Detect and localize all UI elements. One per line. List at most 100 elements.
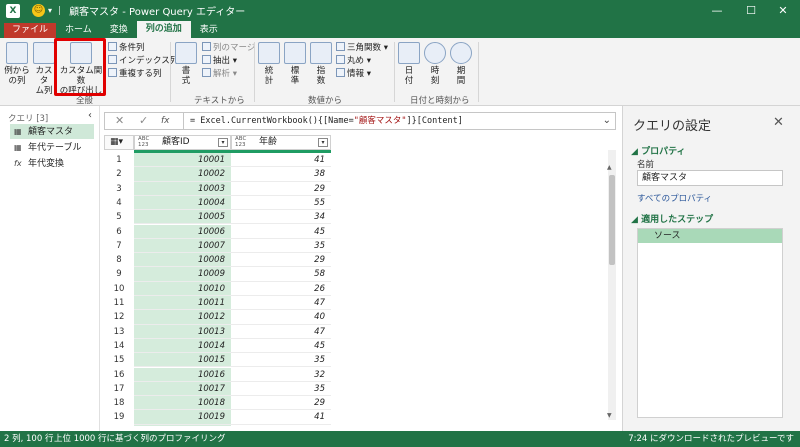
cell-age[interactable]: 47 bbox=[231, 325, 331, 339]
query-name-input[interactable]: 顧客マスタ bbox=[637, 170, 783, 186]
query-item-age-table[interactable]: ▦ 年代テーブル bbox=[10, 140, 94, 155]
cell-age[interactable]: 45 bbox=[231, 225, 331, 239]
cell-customer-id[interactable]: 10018 bbox=[134, 396, 231, 411]
column-from-examples-button[interactable]: 例から の列 bbox=[4, 42, 30, 86]
table-menu-button[interactable]: ▦▾ bbox=[104, 135, 134, 150]
cell-customer-id[interactable]: 10012 bbox=[134, 310, 231, 325]
table-icon: ▦ bbox=[14, 127, 22, 136]
rounding-button[interactable]: 丸め ▾ bbox=[336, 55, 371, 67]
cell-age[interactable]: 38 bbox=[231, 167, 331, 182]
cell-customer-id[interactable]: 10008 bbox=[134, 253, 231, 268]
quick-access-dropdown-icon[interactable]: ▾ bbox=[48, 6, 52, 15]
cell-age[interactable]: 58 bbox=[231, 267, 331, 282]
statistics-button[interactable]: 統 計 bbox=[258, 42, 280, 86]
all-properties-link[interactable]: すべてのプロパティ bbox=[637, 192, 712, 204]
cell-age[interactable]: 29 bbox=[231, 253, 331, 268]
filter-dropdown-icon[interactable]: ▾ bbox=[318, 138, 328, 147]
column-header-age[interactable]: ABC 123 年齢 ▾ bbox=[231, 135, 331, 150]
custom-column-button[interactable]: カスタ ム列 bbox=[32, 42, 56, 96]
column-header-customer-id[interactable]: ABC 123 顧客ID ▾ bbox=[134, 135, 231, 150]
operators-icon bbox=[284, 42, 306, 64]
cell-customer-id[interactable]: 10004 bbox=[134, 195, 231, 211]
cell-age[interactable]: 41 bbox=[231, 153, 331, 168]
tab-home[interactable]: ホーム bbox=[56, 23, 101, 38]
cell-age[interactable]: 29 bbox=[231, 425, 331, 426]
standard-button[interactable]: 標 準 bbox=[284, 42, 306, 86]
cell-age[interactable]: 32 bbox=[231, 368, 331, 382]
duplicate-column-button[interactable]: 重複する列 bbox=[108, 68, 162, 80]
cell-customer-id[interactable]: 10010 bbox=[134, 281, 231, 296]
cell-age[interactable]: 45 bbox=[231, 339, 331, 354]
parse-button[interactable]: 解析 ▾ bbox=[202, 68, 237, 80]
trigonometry-button[interactable]: 三角関数 ▾ bbox=[336, 42, 388, 54]
row-number: 2 bbox=[116, 169, 122, 180]
properties-section[interactable]: ◢ プロパティ bbox=[631, 144, 686, 157]
cell-customer-id[interactable]: 10017 bbox=[134, 381, 231, 397]
information-button[interactable]: 情報 ▾ bbox=[336, 68, 371, 80]
status-profiling[interactable]: 上位 1000 行に基づく列のプロファイリング bbox=[54, 431, 226, 447]
date-button[interactable]: 日 付 bbox=[398, 42, 420, 86]
duration-button[interactable]: 期 間 bbox=[450, 42, 472, 86]
applied-steps-section[interactable]: ◢ 適用したステップ bbox=[631, 212, 713, 225]
time-button[interactable]: 時 刻 bbox=[424, 42, 446, 86]
cell-age[interactable]: 35 bbox=[231, 382, 331, 397]
fx-button[interactable]: fx bbox=[161, 116, 170, 126]
cell-age[interactable]: 29 bbox=[231, 182, 331, 196]
cell-age[interactable]: 40 bbox=[231, 310, 331, 325]
table-icon: ▦ bbox=[14, 143, 22, 152]
query-item-customer-master[interactable]: ▦ 顧客マスタ bbox=[10, 124, 94, 139]
tab-add-column[interactable]: 列の追加 bbox=[136, 21, 191, 38]
cell-age[interactable]: 34 bbox=[231, 210, 331, 225]
cell-customer-id[interactable]: 10003 bbox=[134, 181, 231, 196]
step-source[interactable]: ソース bbox=[638, 229, 782, 243]
minimize-button[interactable]: — bbox=[702, 0, 732, 21]
cell-age[interactable]: 35 bbox=[231, 353, 331, 368]
cell-customer-id[interactable]: 10013 bbox=[134, 324, 231, 339]
cell-age[interactable]: 47 bbox=[231, 296, 331, 311]
filter-dropdown-icon[interactable]: ▾ bbox=[218, 138, 228, 147]
cell-customer-id[interactable]: 10001 bbox=[134, 153, 231, 168]
status-bar: 2 列, 100 行 上位 1000 行に基づく列のプロファイリング 7:24 … bbox=[0, 431, 800, 447]
row-number: 14 bbox=[113, 340, 125, 351]
cell-customer-id[interactable]: 10007 bbox=[134, 238, 231, 254]
scroll-up-icon[interactable]: ▲ bbox=[607, 164, 612, 171]
scientific-button[interactable]: 指 数 bbox=[310, 42, 332, 86]
cell-customer-id[interactable]: 10016 bbox=[134, 367, 231, 382]
close-settings-icon[interactable]: ✕ bbox=[773, 115, 784, 130]
collapse-pane-icon[interactable]: ‹ bbox=[88, 110, 92, 121]
cell-customer-id[interactable]: 10009 bbox=[134, 267, 231, 282]
cell-age[interactable]: 29 bbox=[231, 396, 331, 411]
tab-view[interactable]: 表示 bbox=[191, 23, 227, 38]
query-item-age-conversion[interactable]: fx 年代変換 bbox=[10, 156, 94, 171]
merge-columns-button[interactable]: 列のマージ bbox=[202, 42, 255, 54]
extract-button[interactable]: 抽出 ▾ bbox=[202, 55, 237, 67]
feedback-smiley-icon[interactable]: ☺ bbox=[32, 4, 45, 17]
cell-customer-id[interactable]: 10005 bbox=[134, 210, 231, 225]
tab-file[interactable]: ファイル bbox=[4, 23, 57, 38]
cancel-formula-button[interactable]: ✕ bbox=[115, 114, 124, 127]
close-window-button[interactable]: ✕ bbox=[768, 0, 798, 21]
cell-customer-id[interactable]: 10011 bbox=[134, 296, 231, 311]
cell-customer-id[interactable]: 10019 bbox=[134, 410, 231, 425]
cell-customer-id[interactable]: 10015 bbox=[134, 353, 231, 368]
vertical-scroll-thumb[interactable] bbox=[609, 175, 615, 265]
formula-input[interactable]: = Excel.CurrentWorkbook(){[Name="顧客マスタ"]… bbox=[184, 112, 616, 130]
cell-age[interactable]: 41 bbox=[231, 410, 331, 425]
parse-icon bbox=[202, 68, 211, 77]
queries-pane: クエリ [3] ‹ ▦ 顧客マスタ ▦ 年代テーブル fx 年代変換 bbox=[0, 106, 100, 431]
confirm-formula-button[interactable]: ✓ bbox=[139, 114, 148, 127]
tab-transform[interactable]: 変換 bbox=[101, 23, 137, 38]
cell-customer-id[interactable]: 10020 bbox=[134, 424, 231, 426]
cell-customer-id[interactable]: 10014 bbox=[134, 338, 231, 354]
conditional-column-button[interactable]: 条件列 bbox=[108, 42, 145, 54]
cell-age[interactable]: 26 bbox=[231, 282, 331, 296]
cell-customer-id[interactable]: 10002 bbox=[134, 167, 231, 182]
cell-customer-id[interactable]: 10006 bbox=[134, 224, 231, 239]
cell-age[interactable]: 55 bbox=[231, 196, 331, 211]
expand-formula-icon[interactable]: ⌄ bbox=[603, 113, 611, 129]
row-number: 7 bbox=[116, 240, 122, 251]
scroll-down-icon[interactable]: ▼ bbox=[607, 412, 612, 419]
format-button[interactable]: 書 式 bbox=[174, 42, 198, 86]
maximize-button[interactable]: ☐ bbox=[736, 0, 766, 21]
cell-age[interactable]: 35 bbox=[231, 239, 331, 254]
